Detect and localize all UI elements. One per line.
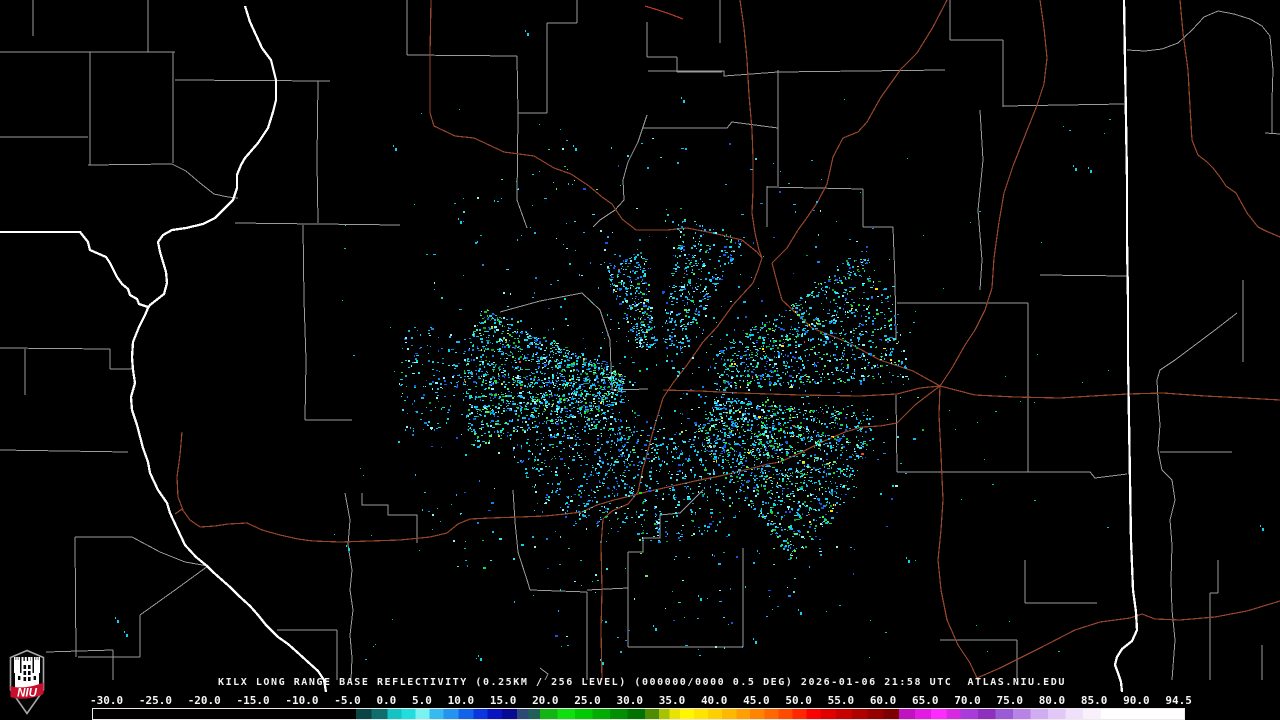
- niu-castle-icon: [14, 657, 40, 689]
- colorbar-tick-label: -5.0: [334, 694, 361, 707]
- colorbar-tick-label: 35.0: [658, 694, 686, 707]
- radar-display: KILX LONG RANGE BASE REFLECTIVITY (0.25K…: [0, 0, 1280, 720]
- colorbar-tick-label: 55.0: [827, 694, 855, 707]
- colorbar-tick-label: 75.0: [996, 694, 1023, 707]
- colorbar-tick-label: 65.0: [912, 694, 939, 707]
- niu-logo: NIU: [7, 649, 47, 715]
- colorbar-tick-label: 25.0: [574, 694, 601, 707]
- colorbar-tick-label: 20.0: [532, 694, 559, 707]
- colorbar-tick-label: 90.0: [1123, 694, 1150, 707]
- colorbar-tick-label: -15.0: [236, 694, 270, 707]
- colorbar-tick-label: 60.0: [869, 694, 897, 707]
- colorbar-tick-label: -20.0: [187, 694, 221, 707]
- colorbar-tick-label: 70.0: [954, 694, 981, 707]
- reflectivity-echo-layer: [0, 0, 1280, 720]
- colorbar-tick-label: 15.0: [489, 694, 517, 707]
- colorbar-tick-label: 40.0: [700, 694, 728, 707]
- colorbar-tick-label: -10.0: [285, 694, 319, 707]
- colorbar-tick-label: 94.5: [1165, 694, 1192, 707]
- niu-logo-text: NIU: [17, 688, 38, 700]
- colorbar-tick-label: -30.0: [90, 694, 124, 707]
- colorbar: [92, 708, 1185, 720]
- colorbar-tick-label: 5.0: [412, 694, 432, 707]
- product-caption: KILX LONG RANGE BASE REFLECTIVITY (0.25K…: [218, 677, 1066, 688]
- colorbar-tick-label: 80.0: [1038, 694, 1066, 707]
- colorbar-tick-label: 50.0: [785, 694, 812, 707]
- colorbar-tick-label: 85.0: [1080, 694, 1108, 707]
- colorbar-tick-labels: -30.0 -25.0 -20.0 -15.0 -10.0 -5.0 0.0 5.0 10.0 1…: [90, 695, 1192, 707]
- colorbar-tick-label: 30.0: [616, 694, 644, 707]
- colorbar-tick-label: -25.0: [138, 694, 172, 707]
- colorbar-tick-label: 45.0: [743, 694, 770, 707]
- colorbar-tick-label: 10.0: [447, 694, 475, 707]
- colorbar-tick-label: 0.0: [376, 694, 397, 707]
